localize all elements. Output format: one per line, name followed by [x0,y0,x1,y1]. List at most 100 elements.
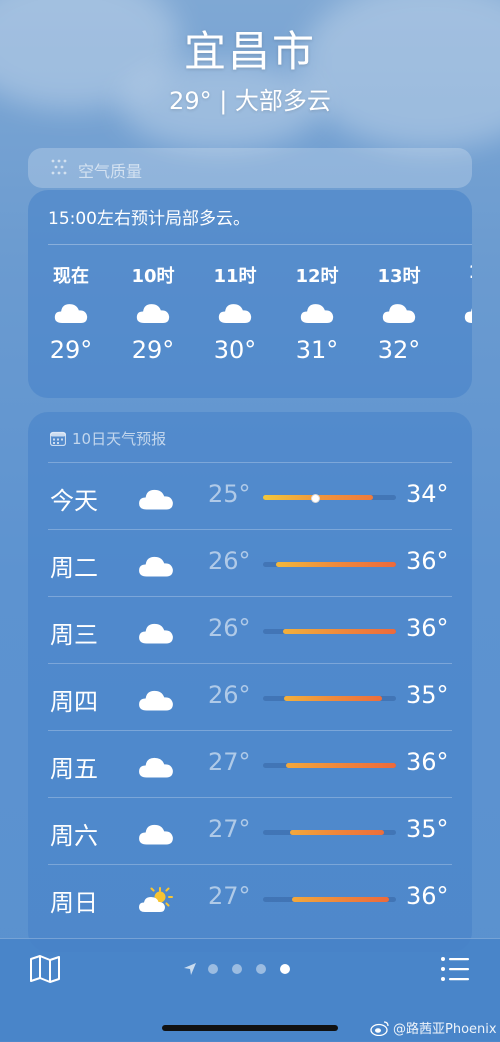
watermark-text: @路茜亚Phoenix [393,1022,497,1037]
hour-label: 10时 [131,266,175,287]
hour-label: 13时 [377,266,421,287]
hour-temp: 31° [295,336,339,364]
location-arrow-icon [184,963,196,975]
hour-icon [217,300,253,324]
cloud-icon [139,757,173,778]
day-icon [138,686,174,712]
day-name: 周日 [50,889,98,917]
day-low-temp: 27° [208,748,251,776]
day-icon [138,619,174,645]
cloud-icon [136,304,170,323]
hourly-item: 11时 30° [200,262,270,364]
hour-icon [381,300,417,324]
day-row[interactable]: 周六 27° 35° [48,797,452,865]
day-low-temp: 27° [208,815,251,843]
temp-range-bar [263,629,396,634]
hour-temp: 30° [213,336,257,364]
list-icon[interactable] [440,955,470,983]
map-icon[interactable] [28,953,62,985]
temp-range-fill [276,562,396,567]
hour-temp: 29° [131,336,175,364]
hourly-item: 10时 29° [118,262,188,364]
day-row[interactable]: 周日 27° 36° [48,864,452,932]
hourly-item: 14 3 [446,262,472,364]
temp-range-fill [284,696,382,701]
day-low-temp: 26° [208,614,251,642]
hourly-item: 13时 32° [364,262,434,364]
day-high-temp: 36° [406,547,449,575]
hourly-summary: 15:00左右预计局部多云。 [48,209,250,229]
day-low-temp: 27° [208,882,251,910]
cloud-icon [382,304,416,323]
temp-range-bar [263,494,396,503]
day-high-temp: 36° [406,614,449,642]
day-name: 周六 [50,822,98,850]
air-quality-icon [51,159,67,175]
day-high-temp: 36° [406,882,449,910]
day-row[interactable]: 周三 26° 36° [48,596,452,664]
day-high-temp: 35° [406,681,449,709]
hour-icon [299,300,335,324]
page-dot[interactable] [256,964,266,974]
hour-temp: 32° [377,336,421,364]
watermark: @路茜亚Phoenix [370,1018,497,1037]
hour-icon [463,300,472,324]
page-dot[interactable] [280,964,290,974]
home-indicator[interactable] [162,1025,338,1031]
temp-range-fill [290,830,384,835]
hour-temp: 3 [446,336,472,364]
day-low-temp: 25° [208,480,251,508]
day-row[interactable]: 周五 27° 36° [48,730,452,798]
hour-label: 14 [446,262,472,288]
day-low-temp: 26° [208,547,251,575]
hour-icon [135,300,171,324]
day-icon [138,887,174,913]
temp-range-bar [263,696,396,701]
hour-label: 11时 [213,266,257,287]
cloud-icon [300,304,334,323]
day-icon [138,820,174,846]
cloud-icon [139,556,173,577]
city-name: 宜昌市 [183,27,316,76]
temp-range-bar [263,562,396,567]
hour-label: 12时 [295,266,339,287]
daily-forecast-card[interactable]: 10日天气预报 今天 25° 34° 周二 26° 36° 周三 26° 36° 周四 26° 35°… [28,412,472,952]
day-name: 周五 [50,755,98,783]
day-row[interactable]: 周四 26° 35° [48,663,452,731]
cloud-icon [218,304,252,323]
air-quality-pill[interactable]: 空气质量 [28,148,472,188]
air-quality-label: 空气质量 [78,162,143,181]
day-name: 周四 [50,688,98,716]
day-icon [138,485,174,511]
temp-range-fill [283,629,396,634]
day-row[interactable]: 今天 25° 34° [48,462,452,530]
daily-forecast-title: 10日天气预报 [72,430,167,448]
hourly-item: 12时 31° [282,262,352,364]
day-row[interactable]: 周二 26° 36° [48,529,452,597]
hourly-item: 现在 29° [36,262,106,364]
cloud-icon [464,308,472,323]
day-icon [138,552,174,578]
temp-range-bar [263,830,396,835]
hour-icon [53,300,89,324]
divider [48,244,472,245]
current-conditions: 29° | 大部多云 [169,87,331,115]
day-high-temp: 34° [406,480,449,508]
temp-range-bar [263,763,396,768]
cloud-icon [139,690,173,711]
day-name: 周三 [50,621,98,649]
day-high-temp: 36° [406,748,449,776]
weibo-logo-icon [370,1021,389,1036]
hour-temp: 29° [49,336,93,364]
cloud-icon [139,489,173,510]
page-dot[interactable] [232,964,242,974]
day-name: 今天 [50,487,98,515]
temp-range-fill [292,897,389,902]
calendar-icon [50,431,66,446]
hourly-forecast-card[interactable]: 15:00左右预计局部多云。 现在 29° 10时 29° 11时 30° 12时 31° 13… [28,190,472,398]
day-low-temp: 26° [208,681,251,709]
page-dot[interactable] [208,964,218,974]
temp-range-bar [263,897,396,902]
temp-range-fill [286,763,396,768]
cloud-icon [139,623,173,644]
